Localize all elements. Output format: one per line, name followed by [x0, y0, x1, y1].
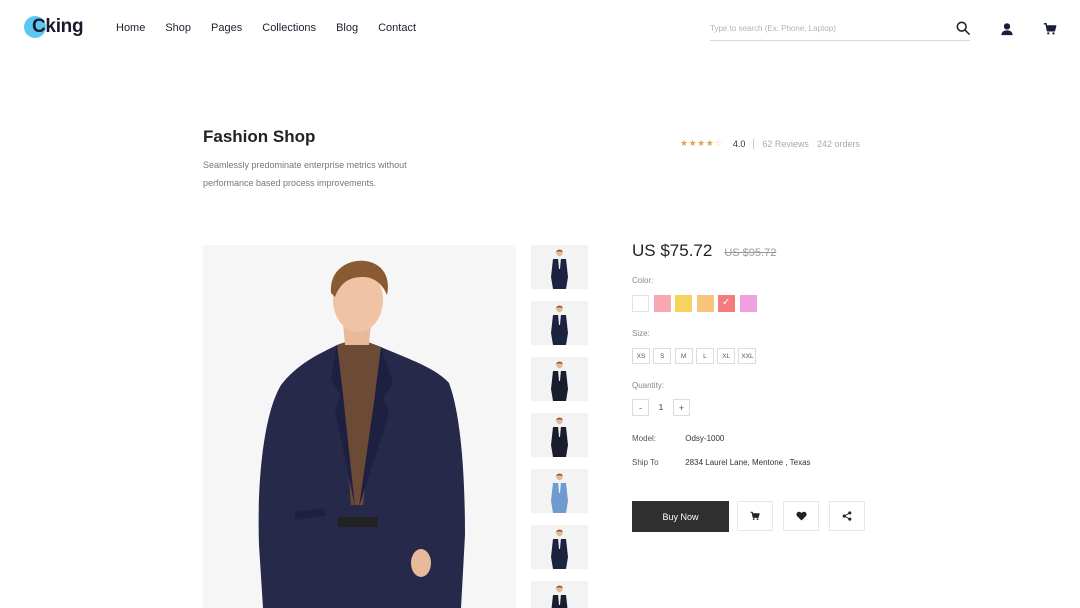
size-option[interactable]: M — [674, 348, 693, 364]
color-swatch[interactable] — [739, 295, 757, 312]
color-label: Color: — [632, 276, 654, 285]
thumbnail-illustration — [551, 529, 568, 569]
size-option[interactable]: XL — [717, 348, 736, 364]
thumbnail-illustration — [551, 249, 568, 289]
model-row: Model: Odsy-1000 — [632, 434, 724, 443]
nav-item-contact[interactable]: Contact — [378, 22, 416, 34]
size-option[interactable]: XS — [632, 348, 650, 364]
share-button[interactable] — [829, 501, 865, 531]
nav-item-home[interactable]: Home — [116, 22, 145, 34]
reviews-link[interactable]: 62 Reviews — [762, 139, 809, 149]
ship-to-label: Ship To — [632, 458, 659, 467]
user-icon[interactable] — [1000, 22, 1014, 36]
thumbnail-illustration — [551, 305, 568, 345]
site-header: Cking Home Shop Pages Collections Blog C… — [0, 0, 1080, 60]
star-icon: ★ — [680, 138, 689, 148]
color-swatch[interactable]: ✓ — [718, 295, 735, 312]
color-swatch[interactable] — [632, 295, 649, 312]
size-option[interactable]: XXL — [738, 348, 757, 364]
cart-icon[interactable] — [1043, 22, 1057, 36]
star-outline-icon: ☆ — [714, 138, 723, 148]
quantity-input[interactable] — [649, 403, 673, 412]
search-input[interactable] — [710, 18, 940, 39]
thumbnail-illustration — [551, 361, 568, 401]
product-thumbnail[interactable] — [531, 581, 588, 608]
quantity-decrease-button[interactable]: - — [632, 399, 649, 416]
search-icon[interactable] — [956, 21, 970, 35]
color-swatches: ✓ — [632, 295, 761, 312]
main-nav: Home Shop Pages Collections Blog Contact — [116, 22, 436, 34]
share-icon — [842, 511, 852, 521]
wishlist-button[interactable] — [783, 501, 819, 531]
color-swatch[interactable] — [696, 295, 714, 312]
buy-now-button[interactable]: Buy Now — [632, 501, 729, 532]
page-title: Fashion Shop — [203, 127, 316, 146]
cart-icon — [750, 511, 760, 520]
size-option[interactable]: L — [695, 348, 714, 364]
quantity-increase-button[interactable]: + — [673, 399, 690, 416]
nav-item-blog[interactable]: Blog — [336, 22, 358, 34]
product-thumbnail[interactable] — [531, 357, 588, 401]
product-thumbnail[interactable] — [531, 245, 588, 289]
nav-item-shop[interactable]: Shop — [165, 22, 191, 34]
thumbnail-illustration — [551, 473, 568, 513]
model-value: Odsy-1000 — [685, 434, 725, 443]
page-subtitle: Seamlessly predominate enterprise metric… — [203, 160, 407, 188]
model-in-suit-illustration — [258, 260, 465, 608]
rating-summary: ★★★★☆ 4.0 62 Reviews 242 orders — [680, 138, 860, 149]
quantity-stepper: - + — [632, 399, 690, 416]
size-option[interactable]: S — [653, 348, 672, 364]
model-label: Model: — [632, 434, 657, 443]
orders-count: 242 orders — [816, 138, 860, 149]
search-bar — [710, 18, 970, 41]
star-icon: ★ — [688, 138, 698, 148]
thumbnail-list — [531, 245, 588, 608]
color-swatch[interactable] — [675, 295, 692, 312]
star-rating: ★★★★☆ — [680, 138, 723, 149]
heart-icon — [795, 511, 807, 521]
quantity-label: Quantity: — [632, 381, 665, 390]
star-icon: ★ — [697, 138, 706, 148]
product-thumbnail[interactable] — [531, 525, 588, 569]
rating-value: 4.0 — [732, 138, 746, 149]
product-main-image — [203, 245, 516, 608]
nav-item-pages[interactable]: Pages — [211, 22, 242, 34]
nav-item-collections[interactable]: Collections — [262, 22, 316, 34]
ship-to-value: 2834 Laurel Lane, Mentone , Texas — [685, 458, 811, 467]
old-price: US $95.72 — [724, 247, 777, 259]
thumbnail-illustration — [551, 585, 568, 608]
size-options: XS S M L XL XXL — [632, 348, 760, 364]
logo-text: Cking — [32, 16, 84, 37]
check-icon: ✓ — [722, 297, 731, 308]
product-thumbnail[interactable] — [531, 413, 588, 457]
product-thumbnail[interactable] — [531, 301, 588, 345]
thumbnail-illustration — [551, 417, 568, 457]
price-row: US $75.72 US $95.72 — [632, 241, 776, 261]
product-thumbnail[interactable] — [531, 469, 588, 513]
color-swatch[interactable] — [653, 295, 671, 312]
size-label: Size: — [632, 329, 650, 338]
price: US $75.72 — [632, 241, 713, 260]
logo[interactable]: Cking — [24, 15, 84, 43]
divider — [753, 138, 755, 149]
ship-to-row: Ship To 2834 Laurel Lane, Mentone , Texa… — [632, 458, 811, 467]
add-to-cart-button[interactable] — [737, 501, 773, 531]
